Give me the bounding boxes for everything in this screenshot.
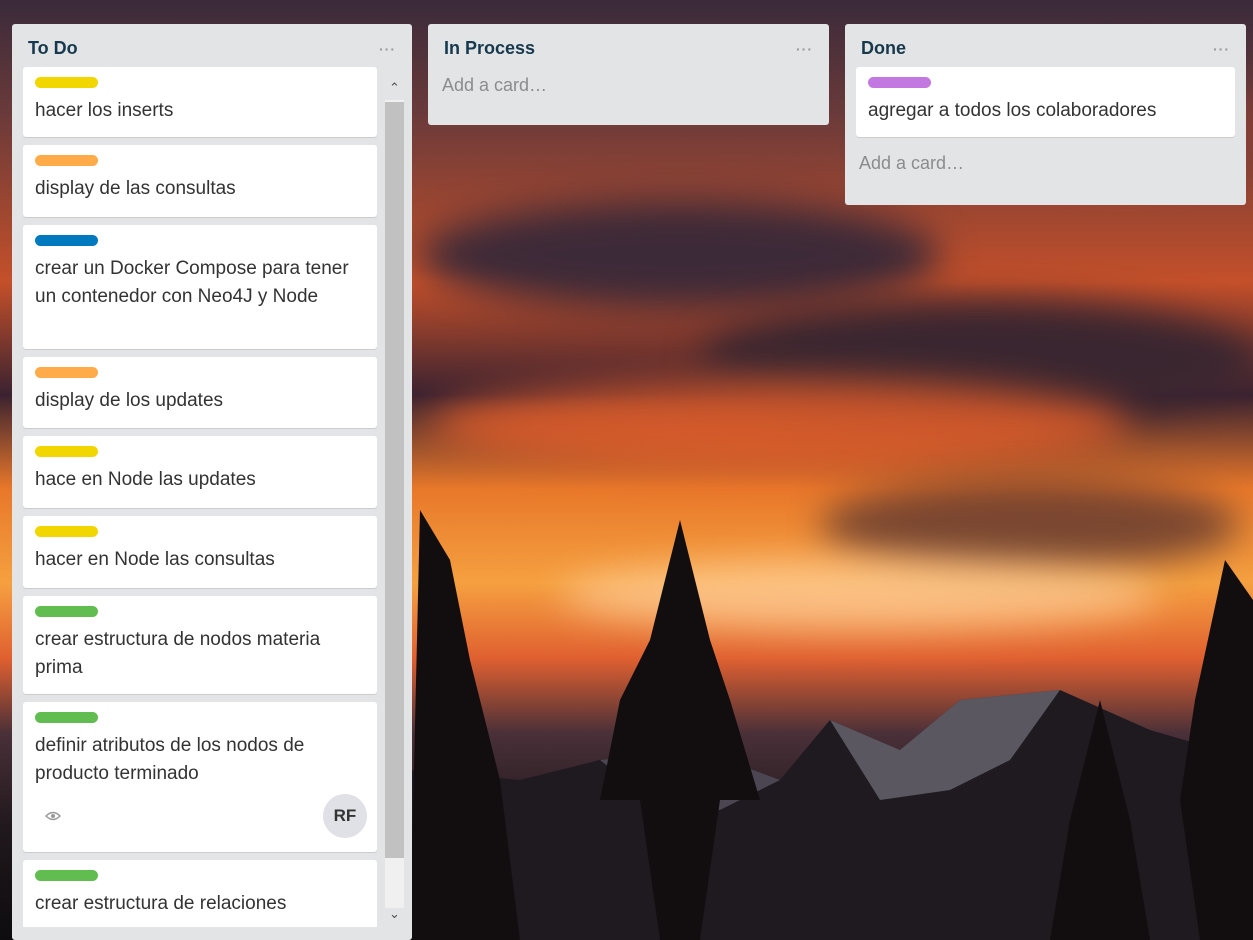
card-label-blue <box>35 235 98 246</box>
scroll-up-icon[interactable]: ⌃ <box>385 78 404 98</box>
avatar[interactable]: RF <box>323 794 367 838</box>
list-title[interactable]: Done <box>861 38 906 59</box>
eye-icon <box>41 806 65 826</box>
list-menu-icon[interactable]: ··· <box>1213 41 1232 57</box>
card[interactable]: hace en Node las updates <box>23 436 377 508</box>
list-scrollbar[interactable]: ⌃ ⌄ <box>383 78 404 933</box>
list-done: Done ··· agregar a todos los colaborador… <box>845 24 1246 205</box>
list-menu-icon[interactable]: ··· <box>796 41 815 57</box>
card-label-orange <box>35 155 98 166</box>
card-badges: RF <box>35 794 367 838</box>
card-label-green <box>35 870 98 881</box>
card-label-green <box>35 606 98 617</box>
list-header: To Do ··· <box>12 24 412 67</box>
card-title: hacer en Node las consultas <box>35 549 275 570</box>
card[interactable]: definir atributos de los nodos de produc… <box>23 702 377 852</box>
card-list: hacer los inserts display de las consult… <box>12 67 377 927</box>
card-label-orange <box>35 367 98 378</box>
list-to-do: To Do ··· hacer los inserts display de l… <box>12 24 412 940</box>
list-in-process: In Process ··· Add a card… <box>428 24 829 125</box>
card-title: hace en Node las updates <box>35 469 256 490</box>
card-title: agregar a todos los colaboradores <box>868 100 1157 121</box>
card-list: agregar a todos los colaboradores <box>845 67 1246 137</box>
card-title: display de las consultas <box>35 178 236 199</box>
card[interactable]: display de las consultas <box>23 145 377 217</box>
card-label-yellow <box>35 526 98 537</box>
card[interactable]: crear un Docker Compose para tener un co… <box>23 225 377 349</box>
card[interactable]: crear estructura de nodos materia prima <box>23 596 377 694</box>
card-title: definir atributos de los nodos de produc… <box>35 735 305 784</box>
card[interactable]: hacer los inserts <box>23 67 377 137</box>
card[interactable]: crear estructura de relaciones <box>23 860 377 927</box>
card-label-green <box>35 712 98 723</box>
card-title: crear estructura de relaciones <box>35 893 287 914</box>
add-card-button[interactable]: Add a card… <box>845 145 1246 188</box>
card-label-yellow <box>35 77 98 88</box>
list-title[interactable]: In Process <box>444 38 535 59</box>
card-title: display de los updates <box>35 390 224 411</box>
card-title: crear estructura de nodos materia prima <box>35 629 321 678</box>
list-menu-icon[interactable]: ··· <box>379 41 398 57</box>
list-title[interactable]: To Do <box>28 38 78 59</box>
list-header: Done ··· <box>845 24 1246 67</box>
card[interactable]: hacer en Node las consultas <box>23 516 377 588</box>
card-title: hacer los inserts <box>35 100 174 121</box>
list-header: In Process ··· <box>428 24 829 67</box>
card[interactable]: display de los updates <box>23 357 377 428</box>
card-label-yellow <box>35 446 98 457</box>
card[interactable]: agregar a todos los colaboradores <box>856 67 1235 137</box>
scroll-down-icon[interactable]: ⌄ <box>385 904 404 924</box>
card-label-purple <box>868 77 931 88</box>
add-card-button[interactable]: Add a card… <box>428 67 829 110</box>
scroll-thumb[interactable] <box>385 102 404 858</box>
card-title: crear un Docker Compose para tener un co… <box>35 258 349 307</box>
